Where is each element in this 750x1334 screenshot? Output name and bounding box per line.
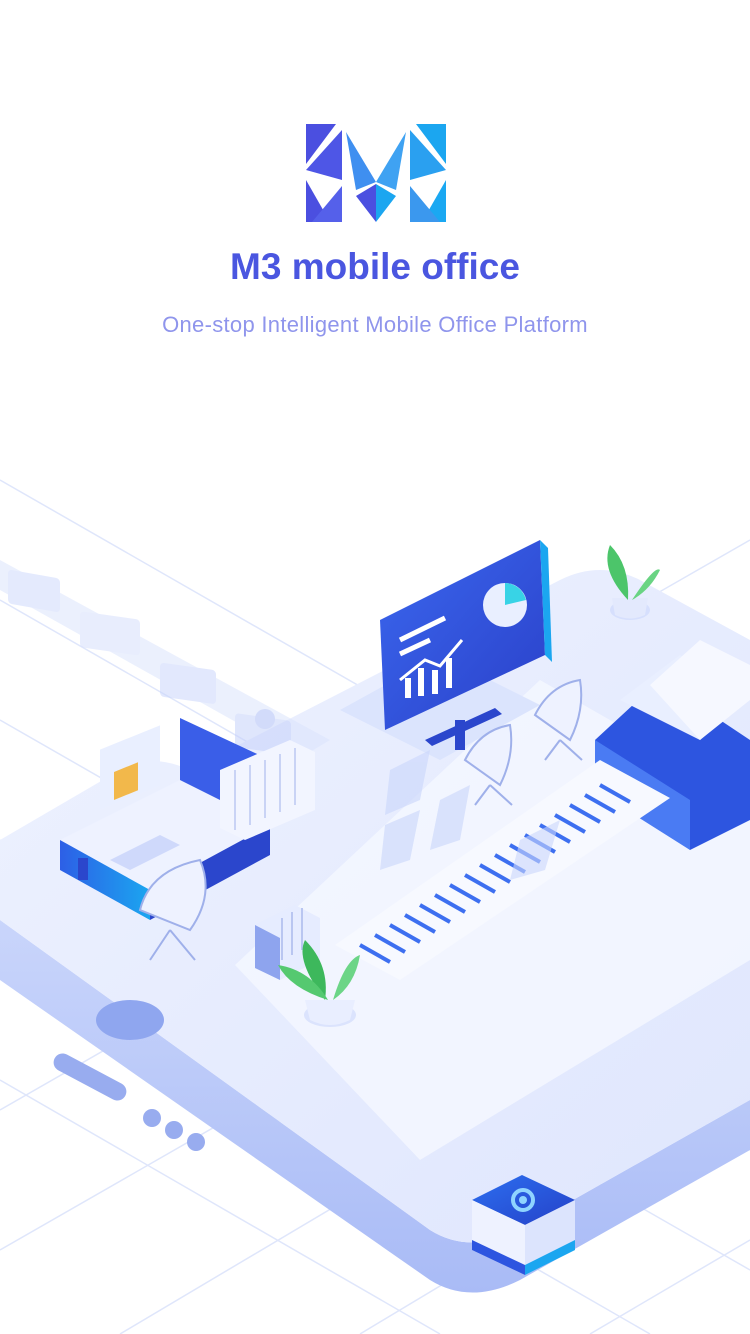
app-title: M3 mobile office	[230, 246, 520, 287]
app-subtitle: One-stop Intelligent Mobile Office Platf…	[162, 312, 588, 337]
splash-screen: M3 mobile office One-stop Intelligent Mo…	[0, 0, 750, 1334]
office-illustration	[0, 479, 750, 1334]
m3-logo	[306, 124, 446, 222]
floating-icons	[0, 560, 330, 758]
home-button	[96, 1000, 164, 1040]
